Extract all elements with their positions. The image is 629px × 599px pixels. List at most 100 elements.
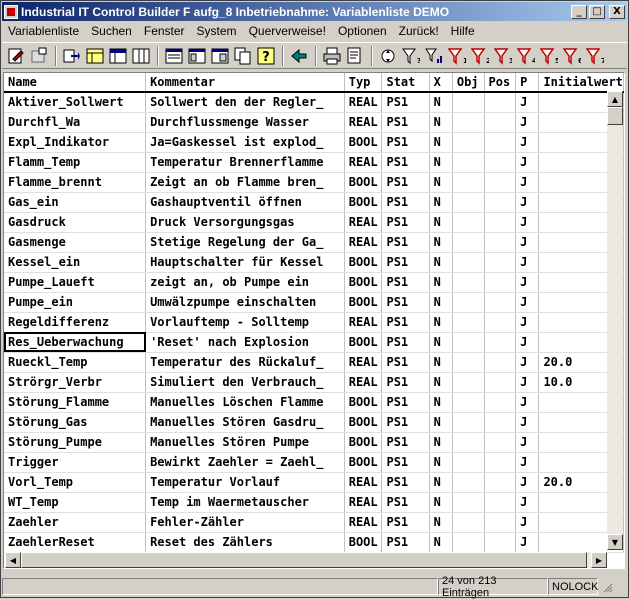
cell-p[interactable]: J xyxy=(515,272,540,293)
table-row[interactable]: Aktiver_Sollwert Sollwert den der Regler_… xyxy=(4,92,624,113)
vertical-scroll-thumb[interactable] xyxy=(607,107,623,125)
menu-system[interactable]: System xyxy=(191,24,243,38)
cell-x[interactable]: N xyxy=(429,432,453,453)
cell-kommentar[interactable]: Reset des Zählers xyxy=(145,532,345,553)
cell-kommentar[interactable]: Ja=Gaskessel ist explod_ xyxy=(145,132,345,153)
cell-obj[interactable] xyxy=(452,92,485,113)
cell-name[interactable]: Störung_Gas xyxy=(4,412,147,433)
filter-2-icon[interactable]: 2 xyxy=(469,45,491,67)
cell-stat[interactable]: PS1 xyxy=(381,152,430,173)
cell-p[interactable]: J xyxy=(515,392,540,413)
cell-obj[interactable] xyxy=(452,192,485,213)
cell-name[interactable]: Zaehler xyxy=(4,512,147,533)
cell-p[interactable]: J xyxy=(515,432,540,453)
edit-icon[interactable] xyxy=(5,45,27,67)
cell-stat[interactable]: PS1 xyxy=(381,332,430,353)
scroll-down-icon[interactable]: ▼ xyxy=(607,534,623,550)
table-row[interactable]: Expl_Indikator Ja=Gaskessel ist explod_ BO… xyxy=(4,132,624,153)
cell-typ[interactable]: BOOL xyxy=(344,412,383,433)
cell-name[interactable]: Regeldifferenz xyxy=(4,312,147,333)
cell-p[interactable]: J xyxy=(515,92,540,113)
cell-stat[interactable]: PS1 xyxy=(381,412,430,433)
cell-kommentar[interactable]: Gashauptventil öffnen xyxy=(145,192,345,213)
cell-name[interactable]: Störung_Flamme xyxy=(4,392,147,413)
cell-obj[interactable] xyxy=(452,412,485,433)
column-header-kommentar[interactable]: Kommentar xyxy=(145,73,345,93)
cell-kommentar[interactable]: Temperatur Brennerflamme xyxy=(145,152,345,173)
cell-kommentar[interactable]: Simuliert den Verbrauch_ xyxy=(145,372,345,393)
table-row[interactable]: Flamm_Temp Temperatur Brennerflamme REAL PS… xyxy=(4,152,624,173)
cell-obj[interactable] xyxy=(452,472,485,493)
cell-kommentar[interactable]: Temperatur des Rückaluf_ xyxy=(145,352,345,373)
cell-x[interactable]: N xyxy=(429,452,453,473)
cell-name[interactable]: Pumpe_Laueft xyxy=(4,272,147,293)
cell-x[interactable]: N xyxy=(429,292,453,313)
filter-3-icon[interactable]: 3 xyxy=(492,45,514,67)
cell-p[interactable]: J xyxy=(515,532,540,553)
cell-typ[interactable]: REAL xyxy=(344,312,383,333)
cell-name[interactable]: Flamme_brennt xyxy=(4,172,147,193)
table-window-icon[interactable] xyxy=(107,45,129,67)
column-header-p[interactable]: P xyxy=(515,73,540,93)
cell-pos[interactable] xyxy=(484,252,517,273)
cell-stat[interactable]: PS1 xyxy=(381,492,430,513)
cell-stat[interactable]: PS1 xyxy=(381,132,430,153)
menu-variablenliste[interactable]: Variablenliste xyxy=(2,24,85,38)
cell-name[interactable]: Gasmenge xyxy=(4,232,147,253)
scroll-up-icon[interactable]: ▲ xyxy=(607,91,623,107)
cell-name[interactable]: Rueckl_Temp xyxy=(4,352,147,373)
cell-obj[interactable] xyxy=(452,292,485,313)
cell-kommentar[interactable]: zeigt an, ob Pumpe ein xyxy=(145,272,345,293)
menu-hilfe[interactable]: Hilfe xyxy=(445,24,481,38)
table-row[interactable]: Strörgr_Verbr Simuliert den Verbrauch_ REA… xyxy=(4,372,624,393)
cell-typ[interactable]: REAL xyxy=(344,472,383,493)
cell-obj[interactable] xyxy=(452,212,485,233)
cell-typ[interactable]: BOOL xyxy=(344,392,383,413)
cell-x[interactable]: N xyxy=(429,232,453,253)
cell-obj[interactable] xyxy=(452,492,485,513)
cell-stat[interactable]: PS1 xyxy=(381,392,430,413)
table-row[interactable]: Regeldifferenz Vorlauftemp - Solltemp REAL… xyxy=(4,312,624,333)
cell-obj[interactable] xyxy=(452,272,485,293)
table-row[interactable]: ZaehlerReset Reset des Zählers BOOL PS1 N J xyxy=(4,532,624,553)
column-header-obj[interactable]: Obj xyxy=(452,73,485,93)
cell-p[interactable]: J xyxy=(515,412,540,433)
cell-typ[interactable]: REAL xyxy=(344,212,383,233)
cell-obj[interactable] xyxy=(452,112,485,133)
cell-p[interactable]: J xyxy=(515,212,540,233)
table-row[interactable]: Störung_Pumpe Manuelles Stören Pumpe BOOL P… xyxy=(4,432,624,453)
cell-stat[interactable]: PS1 xyxy=(381,232,430,253)
cell-pos[interactable] xyxy=(484,432,517,453)
cell-pos[interactable] xyxy=(484,492,517,513)
back-arrow-icon[interactable] xyxy=(288,45,310,67)
cell-name[interactable]: WT_Temp xyxy=(4,492,147,513)
cell-x[interactable]: N xyxy=(429,532,453,553)
table-row[interactable]: Vorl_Temp Temperatur Vorlauf REAL PS1 N J 20.0 xyxy=(4,472,624,493)
cell-obj[interactable] xyxy=(452,432,485,453)
cell-typ[interactable]: BOOL xyxy=(344,332,383,353)
cell-typ[interactable]: REAL xyxy=(344,352,383,373)
table-row[interactable]: Trigger Bewirkt Zaehler = Zaehl_ BOOL PS1 N J xyxy=(4,452,624,473)
cell-x[interactable]: N xyxy=(429,412,453,433)
cell-pos[interactable] xyxy=(484,172,517,193)
cell-typ[interactable]: BOOL xyxy=(344,532,383,553)
column-header-initialwert[interactable]: Initialwert xyxy=(538,73,624,93)
cell-stat[interactable]: PS1 xyxy=(381,532,430,553)
cell-x[interactable]: N xyxy=(429,172,453,193)
view-list-icon[interactable] xyxy=(163,45,185,67)
cell-x[interactable]: N xyxy=(429,332,453,353)
cell-pos[interactable] xyxy=(484,512,517,533)
table-row[interactable]: WT_Temp Temp im Waermetauscher REAL PS1 N J xyxy=(4,492,624,513)
menu-fenster[interactable]: Fenster xyxy=(138,24,191,38)
cell-pos[interactable] xyxy=(484,192,517,213)
table-row[interactable]: Gasdruck Druck Versorgungsgas REAL PS1 N J xyxy=(4,212,624,233)
cell-typ[interactable]: BOOL xyxy=(344,272,383,293)
cell-kommentar[interactable]: Temperatur Vorlauf xyxy=(145,472,345,493)
cell-name[interactable]: Aktiver_Sollwert xyxy=(4,92,147,113)
app-icon[interactable] xyxy=(4,4,18,19)
cell-p[interactable]: J xyxy=(515,292,540,313)
cell-obj[interactable] xyxy=(452,512,485,533)
view-detail-icon[interactable] xyxy=(186,45,208,67)
cell-x[interactable]: N xyxy=(429,112,453,133)
cell-kommentar[interactable]: Manuelles Stören Gasdru_ xyxy=(145,412,345,433)
